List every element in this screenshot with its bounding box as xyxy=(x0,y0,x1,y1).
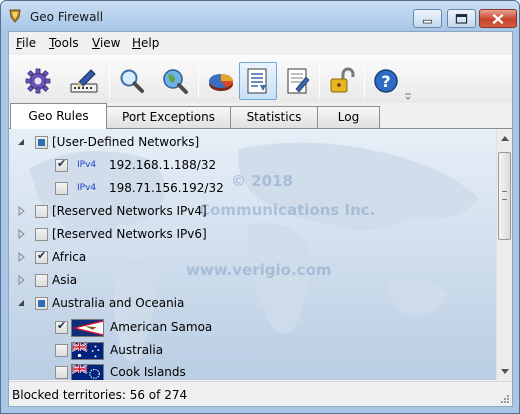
menu-view[interactable]: View xyxy=(92,36,120,50)
menu-tools[interactable]: Tools xyxy=(49,36,79,50)
tab-log[interactable]: Log xyxy=(317,106,380,128)
rules-view-button[interactable] xyxy=(239,62,277,100)
tab-statistics[interactable]: Statistics xyxy=(230,106,318,128)
help-icon: ? xyxy=(374,69,398,93)
collapsed-triangle-icon[interactable] xyxy=(16,275,26,285)
tree-node-label: American Samoa xyxy=(110,320,213,334)
resize-grip-icon[interactable] xyxy=(500,394,510,404)
tab-strip: Geo Rules Port Exceptions Statistics Log xyxy=(9,103,512,129)
tree-node-label: 192.168.1.188/32 xyxy=(109,158,217,172)
tree-node-reserved-ipv6[interactable]: [Reserved Networks IPv6] xyxy=(9,224,489,246)
tree-checkbox[interactable] xyxy=(55,182,68,195)
toolbar-separator xyxy=(364,64,365,98)
scrollbar-thumb[interactable] xyxy=(498,152,511,240)
cook-islands-flag-icon xyxy=(71,364,104,380)
firewall-app-icon xyxy=(9,9,21,23)
tree-node-africa[interactable]: Africa xyxy=(9,247,489,269)
scroll-down-icon[interactable] xyxy=(497,363,512,379)
tree-checkbox[interactable] xyxy=(35,249,48,264)
pie-chart-icon xyxy=(209,74,234,91)
tree-checkbox[interactable] xyxy=(55,344,68,357)
tree-node-american-samoa[interactable]: American Samoa xyxy=(9,317,489,339)
toolbar-separator xyxy=(319,64,320,98)
help-button[interactable]: ? xyxy=(367,62,405,100)
minimize-button[interactable] xyxy=(413,9,442,28)
tree-node-australia-oceania[interactable]: Australia and Oceania xyxy=(9,293,489,315)
australia-flag-icon xyxy=(71,342,104,360)
document-edit-icon xyxy=(287,68,310,94)
log-button[interactable] xyxy=(279,62,317,100)
tree-node-label: Cook Islands xyxy=(110,365,186,379)
tree-checkbox[interactable] xyxy=(55,319,68,334)
status-bar: Blocked territories: 56 of 274 xyxy=(9,381,512,406)
toolbar-overflow-icon[interactable] xyxy=(404,92,412,100)
tree-checkbox[interactable] xyxy=(35,205,48,218)
maximize-button[interactable] xyxy=(447,9,476,28)
toolbar-separator xyxy=(198,64,199,98)
tree-node-label: [User-Defined Networks] xyxy=(52,135,200,149)
collapsed-triangle-icon[interactable] xyxy=(16,252,26,262)
settings-button[interactable] xyxy=(19,62,57,100)
expanded-triangle-icon[interactable] xyxy=(16,137,26,147)
close-icon xyxy=(492,13,504,25)
menu-bar: File Tools View Help xyxy=(9,32,512,54)
collapsed-triangle-icon[interactable] xyxy=(16,206,26,216)
menu-help[interactable]: Help xyxy=(132,36,159,50)
tree-node-network[interactable]: IPv4 192.168.1.188/32 xyxy=(9,155,489,177)
lookup-button[interactable] xyxy=(156,62,194,100)
tree-checkbox[interactable] xyxy=(55,157,68,172)
tree-node-network[interactable]: IPv4 198.71.156.192/32 xyxy=(9,178,489,200)
maximize-icon xyxy=(455,14,468,24)
tree-checkbox[interactable] xyxy=(55,366,68,379)
statistics-button[interactable] xyxy=(201,62,239,100)
close-button[interactable] xyxy=(479,9,517,28)
tab-port-exceptions[interactable]: Port Exceptions xyxy=(106,106,231,128)
ipv4-tag: IPv4 xyxy=(77,183,97,193)
scroll-up-icon[interactable] xyxy=(497,131,512,147)
title-bar[interactable]: Geo Firewall xyxy=(1,1,519,31)
list-view-icon xyxy=(247,68,267,94)
svg-text:?: ? xyxy=(381,72,390,91)
tree-node-label: [Reserved Networks IPv4] xyxy=(52,204,207,218)
tree-node-label: Africa xyxy=(52,250,87,264)
window-title: Geo Firewall xyxy=(30,10,104,24)
tree-checkbox[interactable] xyxy=(35,297,48,310)
tree-node-label: 198.71.156.192/32 xyxy=(109,181,224,195)
client-area: File Tools View Help ? Geo Rules Port Ex… xyxy=(8,31,513,407)
menu-file[interactable]: File xyxy=(16,36,36,50)
ipv4-tag: IPv4 xyxy=(77,160,97,170)
globe-search-icon xyxy=(163,69,188,94)
tree-checkbox[interactable] xyxy=(35,228,48,241)
tree-node-label: Australia xyxy=(110,343,164,357)
tree-node-user-defined-networks[interactable]: [User-Defined Networks] xyxy=(9,132,489,154)
tab-geo-rules[interactable]: Geo Rules xyxy=(10,103,107,129)
tree-node-label: Australia and Oceania xyxy=(52,296,185,310)
app-window: Geo Firewall File Tools View Help ? Geo … xyxy=(0,0,520,414)
toolbar: ? xyxy=(9,55,512,103)
minimize-icon xyxy=(422,19,433,24)
collapsed-triangle-icon[interactable] xyxy=(16,229,26,239)
gear-icon xyxy=(25,68,51,94)
status-blocked-count: Blocked territories: 56 of 274 xyxy=(12,388,188,402)
tree-checkbox[interactable] xyxy=(35,274,48,287)
tree-node-label: [Reserved Networks IPv6] xyxy=(52,227,207,241)
tree-node-reserved-ipv4[interactable]: [Reserved Networks IPv4] xyxy=(9,201,489,223)
edit-network-icon xyxy=(70,69,98,93)
geo-rules-tree: [User-Defined Networks] IPv4 192.168.1.1… xyxy=(9,129,495,380)
geo-rules-panel: © 2018 Communications Inc. www.verigio.c… xyxy=(9,128,512,380)
tree-node-label: Asia xyxy=(52,273,78,287)
tree-checkbox[interactable] xyxy=(35,136,48,149)
tree-node-asia[interactable]: Asia xyxy=(9,270,489,292)
vertical-scrollbar[interactable] xyxy=(496,129,512,380)
toolbar-separator xyxy=(109,64,110,98)
expanded-triangle-icon[interactable] xyxy=(16,298,26,308)
tree-node-australia[interactable]: Australia xyxy=(9,340,489,362)
edit-networks-button[interactable] xyxy=(64,62,102,100)
magnifier-icon xyxy=(120,69,144,93)
tree-node-cook-islands[interactable]: Cook Islands xyxy=(9,362,489,380)
search-button[interactable] xyxy=(113,62,151,100)
padlock-open-icon xyxy=(330,67,355,93)
american-samoa-flag-icon xyxy=(71,319,104,337)
unlock-button[interactable] xyxy=(323,62,361,100)
